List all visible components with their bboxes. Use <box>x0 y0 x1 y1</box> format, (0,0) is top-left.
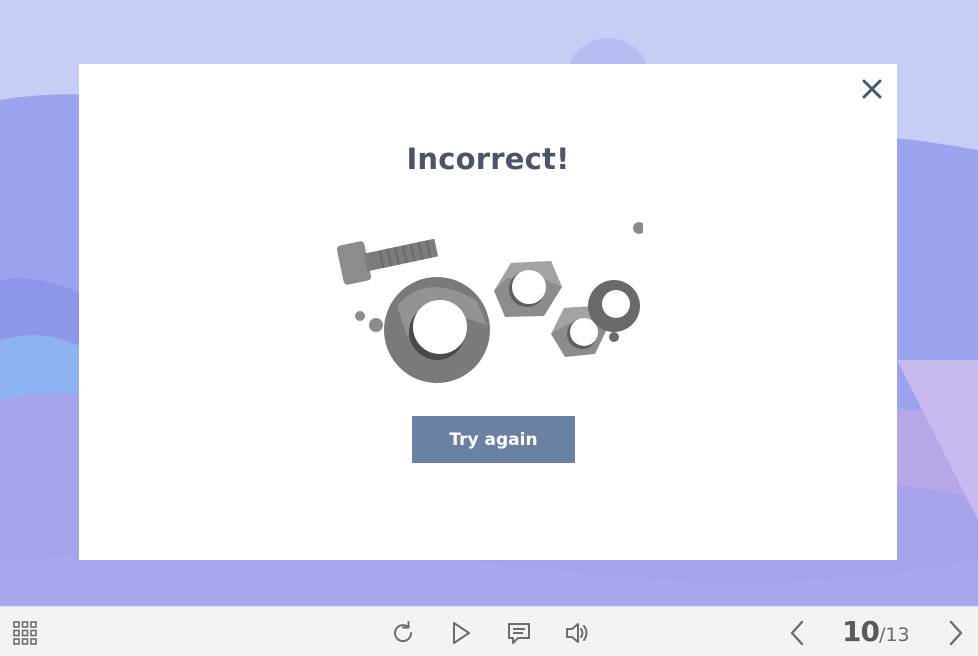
volume-icon[interactable] <box>564 620 590 651</box>
feedback-dialog: Incorrect! Try again <box>79 64 897 560</box>
replay-icon[interactable] <box>390 620 416 651</box>
slide-background: Incorrect! Try again <box>0 0 978 606</box>
notes-icon[interactable] <box>506 620 532 651</box>
player-toolbar: 10/13 <box>0 606 978 656</box>
chevron-left-icon[interactable] <box>787 619 807 652</box>
hex-nut-icon <box>494 261 562 317</box>
bolt-icon <box>336 238 439 285</box>
grid-menu-icon[interactable] <box>13 621 37 650</box>
nuts-and-bolts-illustration <box>336 216 645 386</box>
slide-counter: 10/13 <box>842 615 910 649</box>
close-icon[interactable] <box>861 78 883 100</box>
chevron-right-icon[interactable] <box>946 619 966 652</box>
try-again-button[interactable]: Try again <box>412 416 575 463</box>
total-slide-count: 13 <box>885 624 910 646</box>
ring-icon <box>588 280 640 332</box>
play-icon[interactable] <box>450 620 474 651</box>
current-slide-number: 10 <box>842 615 880 648</box>
washer-icon <box>384 277 490 383</box>
dialog-title: Incorrect! <box>406 142 570 176</box>
